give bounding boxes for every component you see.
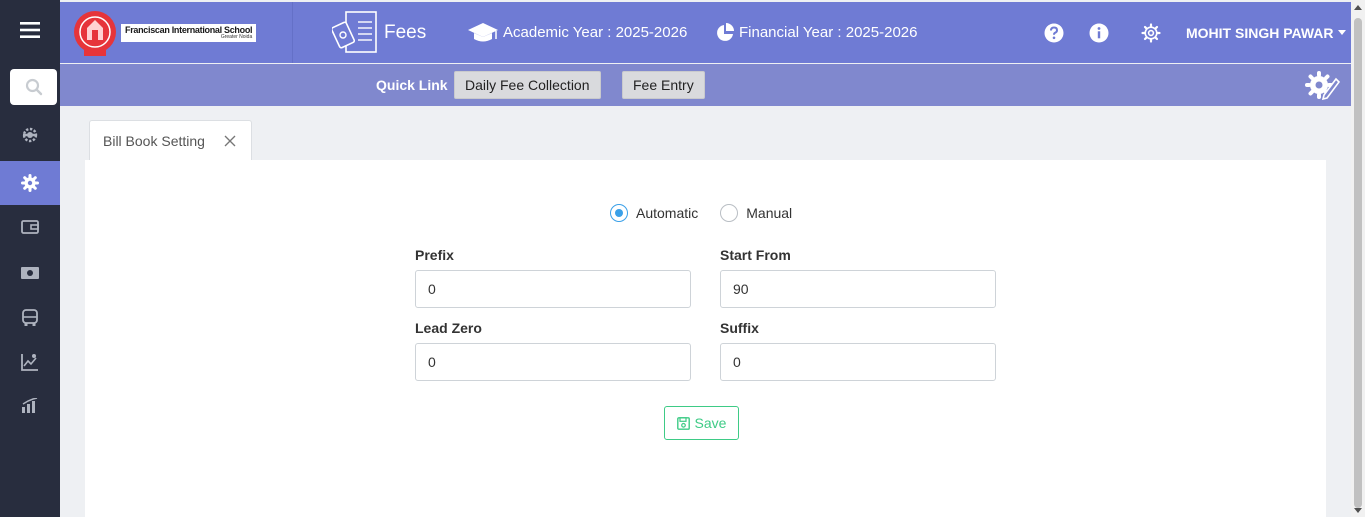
scroll-down-arrow-icon[interactable] (1354, 508, 1362, 513)
question-circle-icon (1044, 23, 1064, 43)
sidebar-item-reports[interactable] (0, 340, 60, 384)
academic-year: Academic Year : 2025-2026 (467, 2, 687, 63)
sidebar-item-settings-badge[interactable] (0, 113, 60, 157)
sidebar-item-wallet[interactable] (0, 205, 60, 249)
academic-year-text: Academic Year : 2025-2026 (503, 24, 688, 41)
fee-entry-button[interactable]: Fee Entry (622, 71, 705, 99)
floppy-disk-icon (676, 416, 690, 430)
radio-manual-label[interactable]: Manual (746, 205, 792, 221)
bus-icon (22, 309, 38, 326)
chart-user-icon (21, 354, 38, 371)
quick-link-bar: Quick Link Daily Fee Collection Fee Entr… (60, 64, 1351, 106)
tab-bill-book-setting[interactable]: Bill Book Setting (89, 120, 252, 161)
sidebar-item-configuration[interactable] (0, 161, 60, 205)
scroll-up-arrow-icon[interactable] (1354, 5, 1362, 10)
tab-strip: Bill Book Setting (85, 120, 1326, 161)
close-icon[interactable] (223, 134, 237, 148)
tab-label: Bill Book Setting (103, 133, 205, 149)
chevron-down-icon (1337, 30, 1346, 35)
radio-manual[interactable] (720, 204, 739, 222)
start-from-label: Start From (720, 247, 791, 263)
scrollbar-thumb[interactable] (1354, 18, 1362, 508)
cog-badge-icon (22, 127, 38, 143)
graduation-cap-icon (468, 22, 498, 41)
financial-year-text: Financial Year : 2025-2026 (739, 24, 918, 41)
fees-receipt-icon (332, 11, 377, 53)
school-crest-logo (74, 10, 116, 56)
lead-zero-label: Lead Zero (415, 320, 482, 336)
page-scrollbar[interactable] (1351, 0, 1365, 517)
search-icon (25, 78, 42, 96)
suffix-input[interactable] (720, 343, 996, 381)
financial-year: Financial Year : 2025-2026 (715, 2, 917, 63)
school-logo-panel[interactable]: Franciscan International School Greater … (60, 2, 293, 63)
hamburger-menu-button[interactable] (0, 0, 60, 60)
hamburger-icon (20, 22, 40, 38)
radio-automatic[interactable] (610, 204, 628, 222)
save-button-label: Save (694, 415, 727, 431)
school-location: Greater Noida (220, 33, 253, 40)
save-button[interactable]: Save (664, 406, 739, 440)
wallet-icon (21, 220, 39, 234)
sidebar-item-cash[interactable] (0, 251, 60, 295)
sidebar (0, 0, 60, 517)
numbering-mode-radio-group: Automatic Manual (610, 204, 814, 222)
daily-fee-collection-button[interactable]: Daily Fee Collection (454, 71, 601, 99)
start-from-input[interactable] (720, 270, 996, 308)
prefix-label: Prefix (415, 247, 454, 263)
settings-button[interactable] (1140, 22, 1162, 44)
user-name: MOHIT SINGH PAWAR (1186, 24, 1334, 41)
cash-icon (21, 267, 39, 279)
lead-zero-input[interactable] (415, 343, 691, 381)
gear-edit-icon[interactable] (1305, 70, 1341, 100)
sidebar-item-analytics[interactable] (0, 384, 60, 428)
pie-chart-icon (717, 22, 734, 41)
module-indicator: Fees (332, 10, 426, 56)
app-root: Franciscan International School Greater … (0, 0, 1365, 517)
bar-chart-icon (22, 398, 38, 413)
top-header: Franciscan International School Greater … (60, 2, 1351, 63)
help-button[interactable] (1043, 22, 1065, 44)
module-title: Fees (384, 22, 427, 43)
school-name-block: Franciscan International School Greater … (121, 23, 257, 42)
prefix-input[interactable] (415, 270, 691, 308)
info-circle-icon (1089, 23, 1109, 43)
quick-link-label: Quick Link (376, 77, 448, 93)
info-button[interactable] (1088, 22, 1110, 44)
radio-automatic-label[interactable]: Automatic (636, 205, 698, 221)
bill-book-settings-panel: Automatic Manual Prefix Start From Lead … (85, 160, 1326, 517)
sidebar-item-transport[interactable] (0, 296, 60, 340)
gear-outline-icon (1141, 23, 1161, 43)
suffix-label: Suffix (720, 320, 759, 336)
gear-icon (21, 174, 39, 192)
user-menu-dropdown[interactable]: MOHIT SINGH PAWAR (1186, 2, 1346, 63)
sidebar-search-button[interactable] (10, 69, 57, 105)
